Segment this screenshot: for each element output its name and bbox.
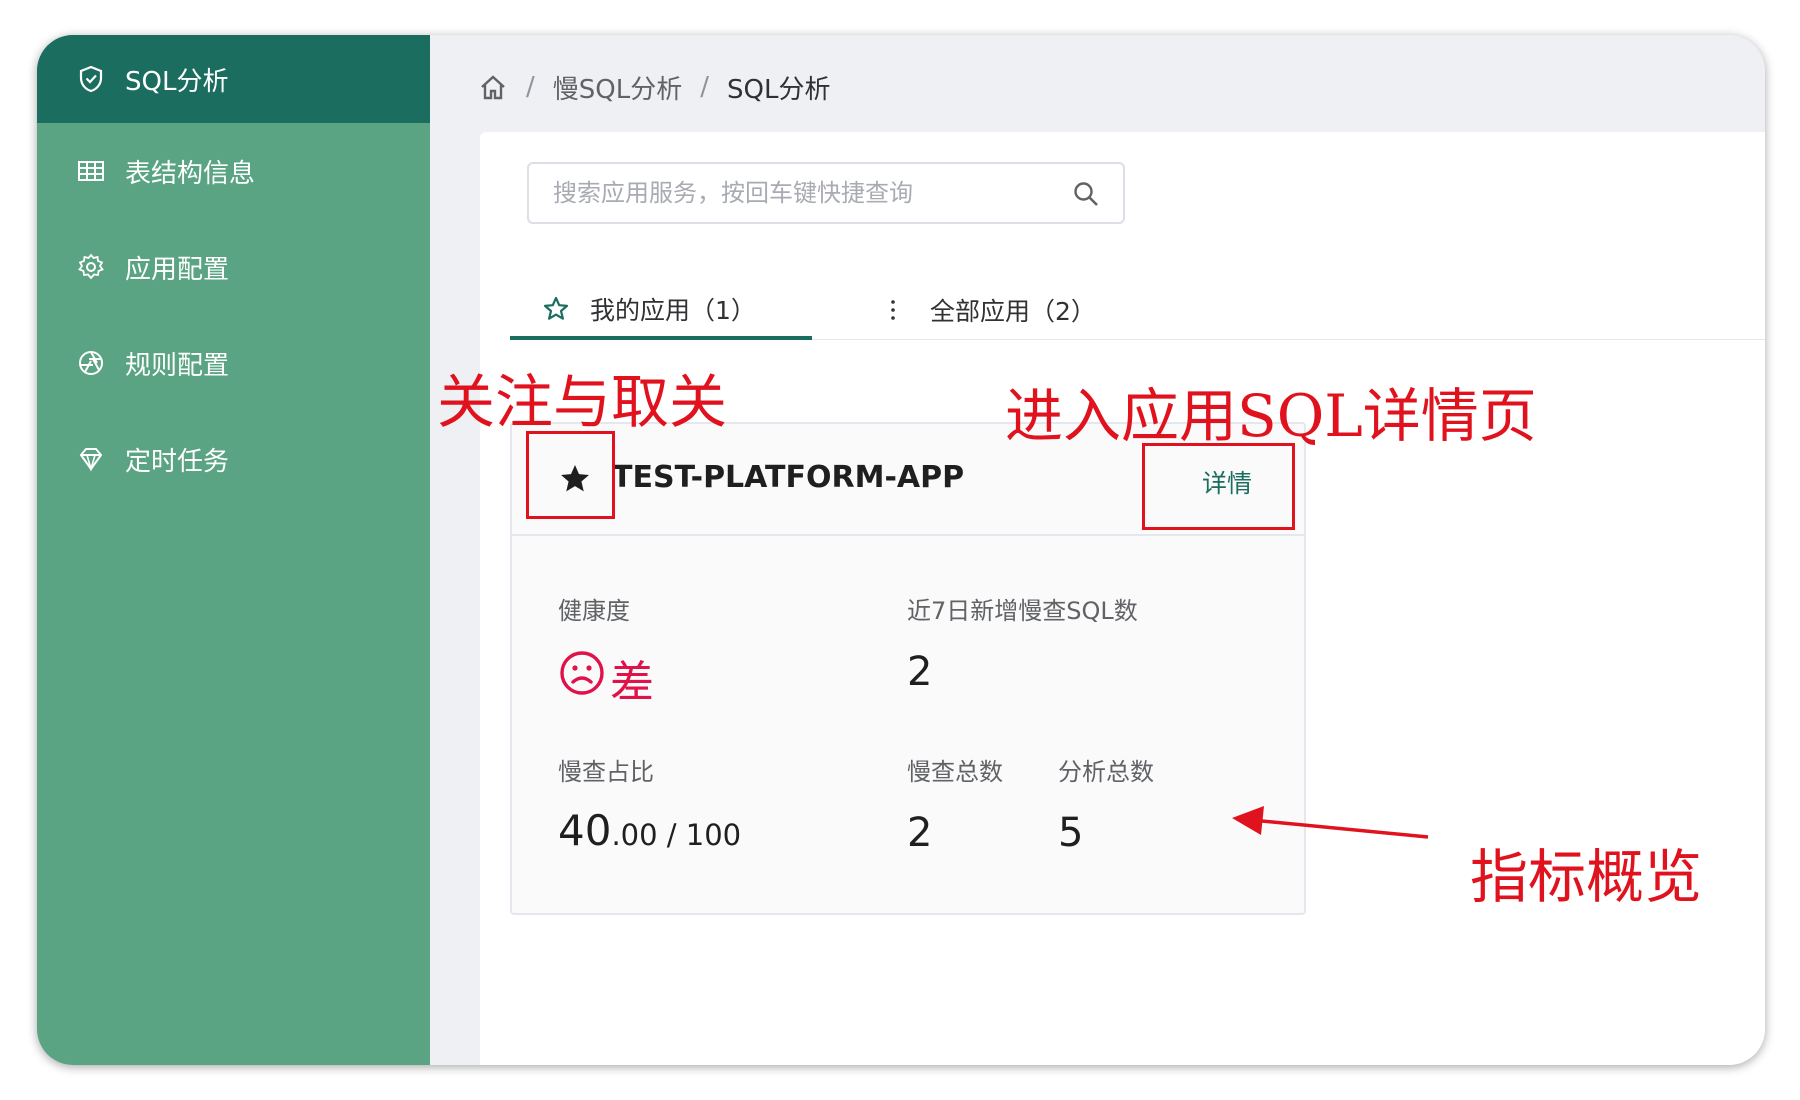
search-input[interactable]	[551, 178, 1055, 208]
sidebar-item-scheduled-tasks[interactable]: 定时任务	[37, 411, 430, 507]
health-value: 差	[558, 646, 654, 710]
tab-my-apps[interactable]: 我的应用（1）	[510, 282, 812, 340]
sidebar-item-label: SQL分析	[125, 66, 229, 97]
sidebar-item-table-structure[interactable]: 表结构信息	[37, 123, 430, 219]
search-icon[interactable]	[1071, 179, 1101, 209]
detail-link[interactable]: 详情	[1202, 464, 1252, 500]
sad-face-icon	[558, 649, 610, 708]
sidebar-item-sql-analysis[interactable]: SQL分析	[37, 35, 430, 123]
table-icon	[77, 157, 105, 185]
slow-total-label: 慢查总数	[907, 758, 1003, 786]
sidebar-item-label: 规则配置	[125, 350, 230, 381]
breadcrumb-item[interactable]: 慢SQL分析	[553, 69, 682, 106]
breadcrumb-current: SQL分析	[727, 74, 831, 105]
search-box	[527, 162, 1125, 224]
sidebar-item-label: 应用配置	[125, 254, 230, 285]
health-text: 差	[610, 657, 654, 708]
tab-label: 我的应用（1）	[590, 296, 756, 325]
new-slow-sql-value: 2	[907, 649, 933, 695]
shield-check-icon	[77, 65, 105, 93]
breadcrumb: / 慢SQL分析 / SQL分析	[478, 67, 830, 107]
sidebar-item-label: 定时任务	[125, 446, 230, 477]
app-window: SQL分析 表结构信息 应用配置 规则配置 定时任务 / 慢SQL分析 / SQ…	[37, 35, 1765, 1065]
slow-ratio-label: 慢查占比	[558, 758, 654, 786]
sidebar-item-label: 表结构信息	[125, 158, 256, 189]
app-card: TEST-PLATFORM-APP 详情 健康度 差 近7日新增慢查SQL数 2…	[510, 422, 1306, 915]
new-slow-sql-label: 近7日新增慢查SQL数	[907, 597, 1138, 625]
sidebar: SQL分析 表结构信息 应用配置 规则配置 定时任务	[37, 35, 430, 1065]
slow-ratio-main: 40	[558, 806, 612, 855]
aperture-icon	[77, 349, 105, 377]
analysis-total-value: 5	[1058, 810, 1084, 856]
more-vertical-icon	[890, 299, 896, 321]
app-name: TEST-PLATFORM-APP	[612, 460, 965, 495]
slow-ratio-decimal: .00	[611, 818, 658, 852]
analysis-total-label: 分析总数	[1058, 758, 1154, 786]
content-panel: 我的应用（1） 全部应用（2） TEST-PLATFORM-APP 详情	[480, 132, 1765, 1065]
slow-ratio-total: / 100	[657, 818, 742, 852]
sidebar-item-rule-config[interactable]: 规则配置	[37, 315, 430, 411]
tab-label: 全部应用（2）	[930, 297, 1096, 326]
tab-all-apps[interactable]: 全部应用（2）	[890, 282, 1096, 338]
star-outline-icon	[542, 295, 570, 323]
health-label: 健康度	[558, 597, 630, 625]
gear-icon	[77, 253, 105, 281]
breadcrumb-separator: /	[526, 72, 535, 102]
breadcrumb-separator: /	[700, 72, 709, 102]
slow-ratio-value: 40.00 / 100	[558, 806, 741, 855]
favorite-star-icon[interactable]	[558, 462, 592, 496]
sidebar-item-app-config[interactable]: 应用配置	[37, 219, 430, 315]
home-icon[interactable]	[478, 72, 508, 102]
app-card-header: TEST-PLATFORM-APP 详情	[512, 424, 1304, 536]
diamond-icon	[77, 445, 105, 473]
slow-total-value: 2	[907, 810, 933, 856]
main-area: / 慢SQL分析 / SQL分析 我的应用（1）	[430, 35, 1765, 1065]
app-tabs: 我的应用（1） 全部应用（2）	[510, 282, 1765, 340]
